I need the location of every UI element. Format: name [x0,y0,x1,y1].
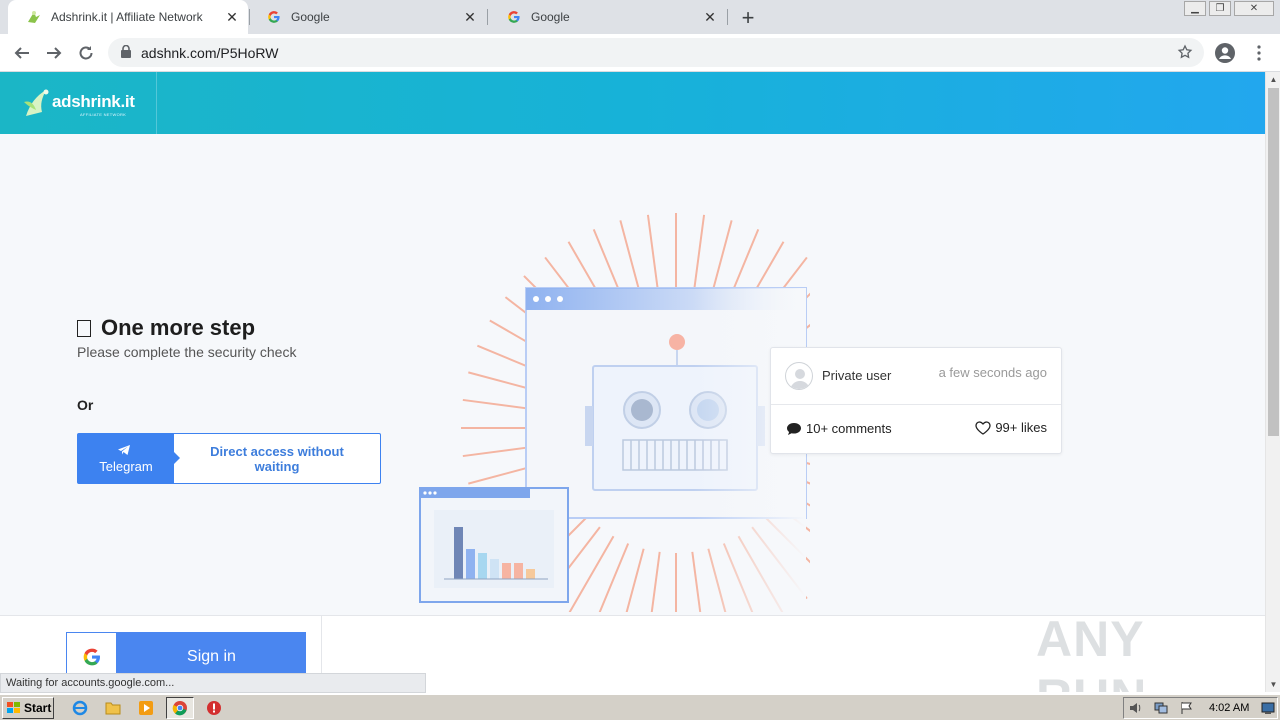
vertical-scrollbar[interactable]: ▲ ▼ [1265,72,1280,692]
avatar [785,362,813,390]
stop-icon[interactable] [204,698,224,718]
scroll-down-icon[interactable]: ▼ [1266,677,1280,692]
network-icon[interactable] [1154,701,1168,720]
heart-icon [975,420,991,435]
close-tab-icon[interactable]: ✕ [702,9,718,26]
mini-bar [478,553,487,579]
media-player-icon[interactable] [136,698,156,718]
show-desktop-icon[interactable] [1261,701,1275,720]
logo-text: adshrink.it [52,92,135,111]
back-icon[interactable] [11,42,33,64]
page-title: One more step [77,315,255,341]
page-subtitle: Please complete the security check [77,344,297,360]
timestamp: a few seconds ago [938,365,1047,380]
site-header: adshrink.it AFFILIATE NETWORK [0,72,1265,134]
taskbar: Start 4:02 AM [0,694,1280,720]
tab-google-1[interactable]: Google ✕ [248,0,486,34]
watermark-text: ANY RUN [1036,611,1146,692]
close-tab-icon[interactable]: ✕ [462,9,478,26]
mini-bar [514,563,523,579]
mini-bar [466,549,475,579]
telegram-button[interactable]: Telegram [78,434,180,483]
flag-icon[interactable] [1180,701,1194,720]
page-title-text: One more step [101,315,256,340]
logo-subtitle: AFFILIATE NETWORK [80,112,127,117]
adshrink-favicon-icon [26,9,42,25]
start-button[interactable]: Start [2,697,54,719]
access-button-group: Telegram Direct access without waiting [77,433,381,484]
profile-icon[interactable] [1214,42,1236,64]
reload-icon[interactable] [75,42,97,64]
scroll-up-icon[interactable]: ▲ [1266,72,1280,87]
address-bar[interactable]: adshnk.com/P5HoRW [108,38,1204,67]
anyrun-watermark: ANY RUN [1036,610,1265,692]
tab-adshrink[interactable]: Adshrink.it | Affiliate Network ✕ [8,0,248,34]
or-label: Or [77,397,94,413]
logo[interactable]: adshrink.it AFFILIATE NETWORK [0,72,157,134]
signin-label: Sign in [187,648,236,665]
user-name: Private user [822,368,892,383]
chrome-icon [172,701,187,716]
tab-separator [727,9,728,25]
bird-logo-icon [24,89,49,116]
telegram-icon [118,445,130,455]
tab-title: Adshrink.it | Affiliate Network [51,10,203,24]
browser-toolbar: adshnk.com/P5HoRW [0,34,1280,72]
new-tab-icon[interactable]: + [738,5,758,31]
start-label: Start [24,701,52,715]
missing-glyph-icon [77,319,91,337]
status-bar: Waiting for accounts.google.com... [0,673,426,693]
close-window-icon[interactable]: ✕ [1234,1,1274,16]
likes-count: 99+ likes [975,420,1047,435]
close-tab-icon[interactable]: ✕ [224,9,240,26]
scroll-thumb[interactable] [1268,88,1279,436]
robot-illustration [419,213,810,612]
ie-icon[interactable] [70,698,90,718]
tab-google-2[interactable]: Google ✕ [488,0,726,34]
direct-access-button[interactable]: Direct access without waiting [174,434,380,483]
chrome-taskbar-button[interactable] [166,697,194,719]
clock: 4:02 AM [1209,702,1250,714]
mini-bar [454,527,463,579]
tab-title: Google [291,10,330,24]
windows-logo-icon [7,702,20,713]
likes-label: 99+ likes [995,420,1047,435]
mini-bar [490,559,499,579]
forward-icon[interactable] [43,42,65,64]
menu-icon[interactable] [1248,42,1270,64]
tab-title: Google [531,10,570,24]
telegram-label: Telegram [99,459,153,474]
restore-icon[interactable]: ❐ [1209,1,1231,16]
comment-card: Private user a few seconds ago 10+ comme… [770,347,1062,454]
comments-count: 10+ comments [786,421,892,436]
mini-bar [526,569,535,579]
lock-icon [121,44,131,63]
page-content: adshrink.it AFFILIATE NETWORK One more s… [0,72,1265,692]
comments-label: 10+ comments [806,421,892,436]
system-tray: 4:02 AM [1123,697,1278,719]
url-text[interactable]: adshnk.com/P5HoRW [141,45,278,61]
google-favicon-icon [266,9,282,25]
mini-bar [502,563,511,579]
google-favicon-icon [506,9,522,25]
comment-icon [787,422,801,435]
volume-icon[interactable] [1129,701,1143,720]
card-divider [771,404,1061,405]
minimize-icon[interactable]: ▁ [1184,1,1206,16]
tab-strip: Adshrink.it | Affiliate Network ✕ Google… [0,0,1280,34]
folder-icon[interactable] [103,698,123,718]
bookmark-star-icon[interactable] [1177,44,1193,65]
